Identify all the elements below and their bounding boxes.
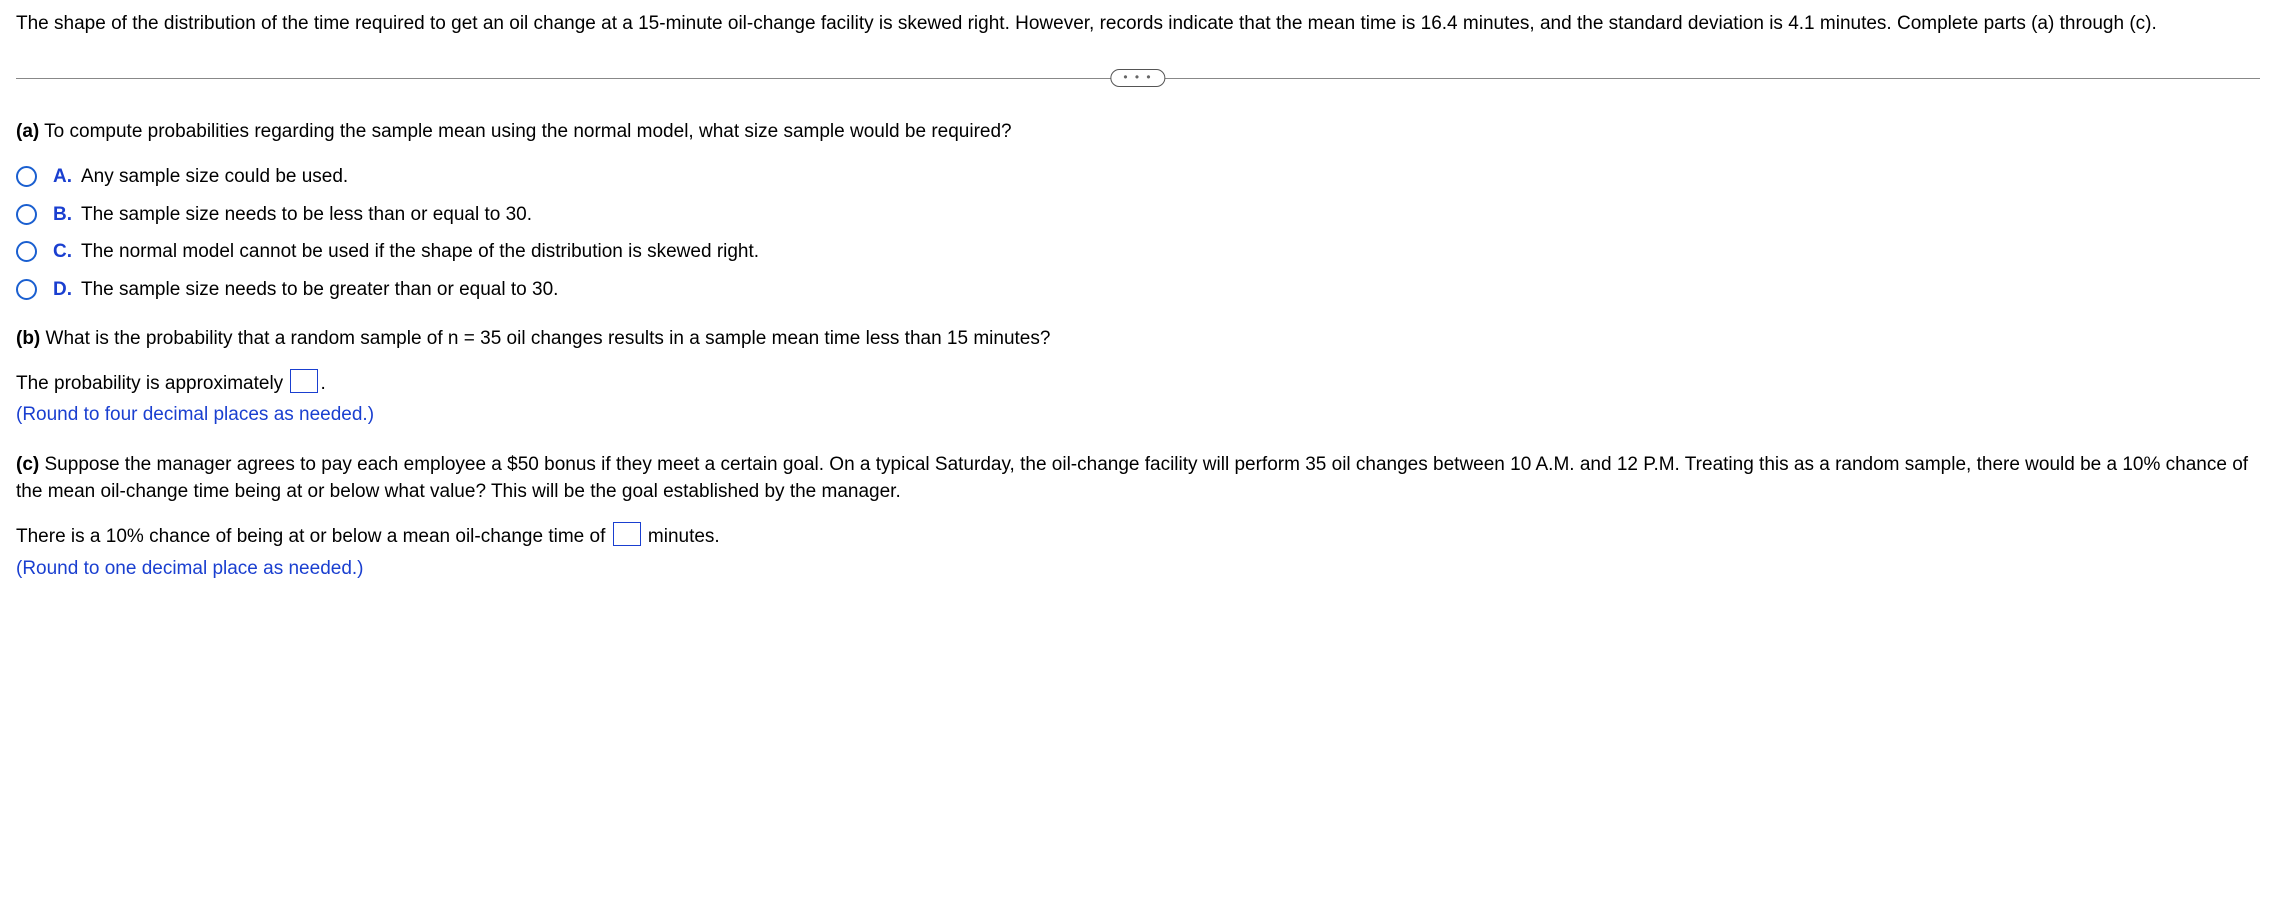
part-c: (c) Suppose the manager agrees to pay ea… [16, 451, 2260, 582]
part-b-answer-line: The probability is approximately . [16, 369, 2260, 398]
option-text: The sample size needs to be less than or… [81, 201, 532, 229]
part-c-text: Suppose the manager agrees to pay each e… [16, 454, 2248, 503]
answer-after: minutes. [643, 526, 720, 547]
option-d[interactable]: D. The sample size needs to be greater t… [16, 276, 2260, 304]
question-container: The shape of the distribution of the tim… [0, 0, 2276, 634]
answer-before: There is a 10% chance of being at or bel… [16, 526, 611, 547]
part-b: (b) What is the probability that a rando… [16, 325, 2260, 429]
part-b-label: (b) [16, 328, 40, 349]
radio-icon[interactable] [16, 204, 37, 225]
option-letter: C. [53, 238, 81, 266]
option-b[interactable]: B. The sample size needs to be less than… [16, 201, 2260, 229]
part-a: (a) To compute probabilities regarding t… [16, 118, 2260, 304]
answer-before: The probability is approximately [16, 373, 288, 394]
intro-text: The shape of the distribution of the tim… [16, 10, 2260, 38]
part-b-input[interactable] [290, 369, 318, 393]
part-c-input[interactable] [613, 522, 641, 546]
option-text: The sample size needs to be greater than… [81, 276, 558, 304]
part-c-hint: (Round to one decimal place as needed.) [16, 555, 2260, 583]
part-c-label: (c) [16, 454, 39, 475]
option-text: Any sample size could be used. [81, 163, 348, 191]
divider: • • • [16, 66, 2260, 90]
part-a-options: A. Any sample size could be used. B. The… [16, 163, 2260, 303]
part-b-hint: (Round to four decimal places as needed.… [16, 401, 2260, 429]
option-text: The normal model cannot be used if the s… [81, 238, 759, 266]
part-c-answer-line: There is a 10% chance of being at or bel… [16, 522, 2260, 551]
radio-icon[interactable] [16, 241, 37, 262]
part-a-label: (a) [16, 121, 39, 142]
radio-icon[interactable] [16, 166, 37, 187]
option-letter: B. [53, 201, 81, 229]
radio-icon[interactable] [16, 279, 37, 300]
part-a-text: To compute probabilities regarding the s… [39, 121, 1011, 142]
option-c[interactable]: C. The normal model cannot be used if th… [16, 238, 2260, 266]
answer-after: . [320, 373, 325, 394]
expand-pill[interactable]: • • • [1110, 69, 1165, 87]
part-b-text: What is the probability that a random sa… [40, 328, 1050, 349]
option-a[interactable]: A. Any sample size could be used. [16, 163, 2260, 191]
option-letter: D. [53, 276, 81, 304]
option-letter: A. [53, 163, 81, 191]
